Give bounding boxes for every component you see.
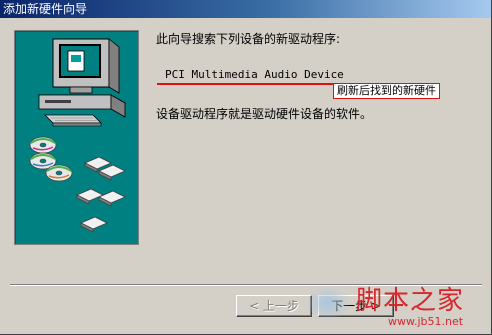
blur-overlay [305,286,351,320]
watermark-logo: 脚本之家 [356,286,465,316]
title-bar[interactable]: 添加新硬件向导 [0,0,491,18]
wizard-illustration [14,30,139,245]
description-text: 设备驱动程序就是驱动硬件设备的软件。 [156,107,373,121]
watermark-url: www.jb51.net [388,315,464,328]
wizard-window: 添加新硬件向导 此向导搜索下列设备的新驱动程序: PCI Multimedia … [0,0,492,335]
device-name: PCI Multimedia Audio Device [165,68,344,81]
watermark: 脚本之家 www.jb51.net [348,278,488,332]
floppy-disk-icon [76,156,126,233]
computer-illustration-icon [29,38,127,233]
intro-text: 此向导搜索下列设备的新驱动程序: [156,32,341,46]
cd-disc-icon [29,136,73,182]
back-button[interactable]: < 上一步 [236,295,312,317]
annotation-callout: 刷新后找到的新硬件 [333,83,440,99]
window-title: 添加新硬件向导 [3,2,88,16]
annotation-underline [157,83,333,85]
